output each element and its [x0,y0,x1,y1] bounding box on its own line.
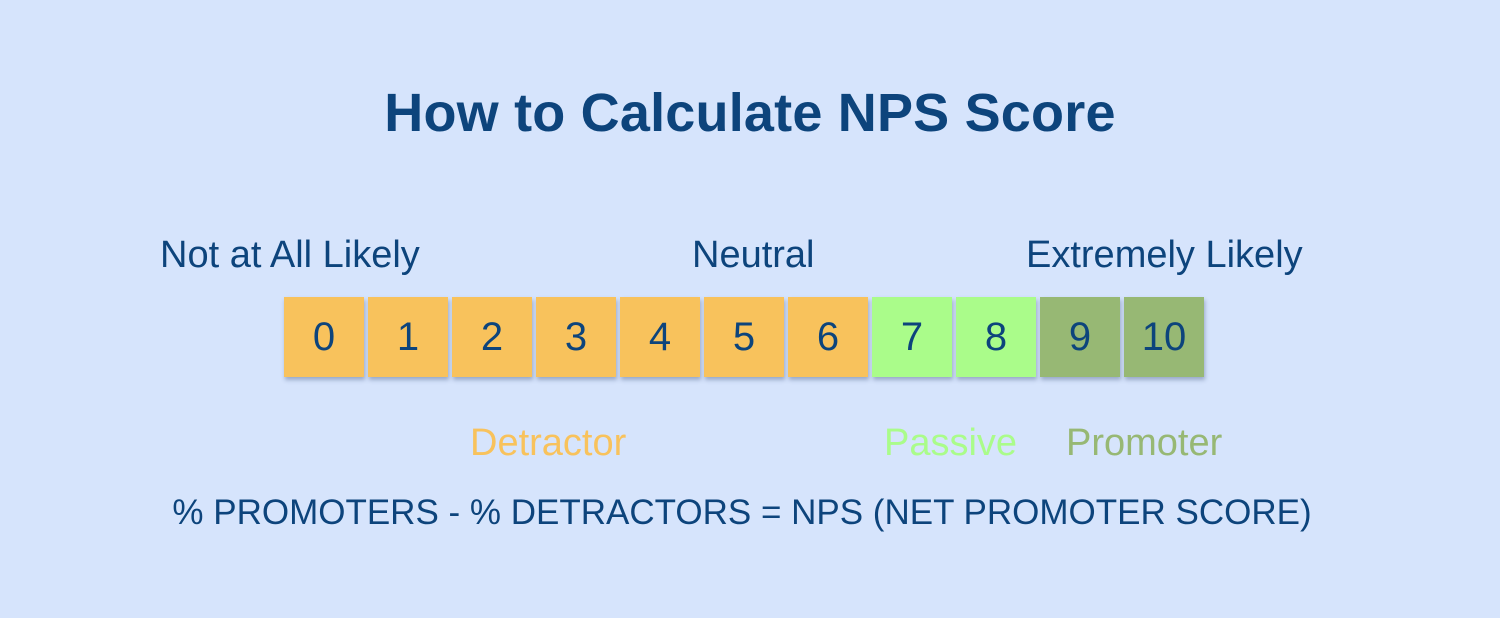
scale-label-high: Extremely Likely [1026,234,1303,276]
page-title: How to Calculate NPS Score [384,83,1116,143]
score-box-1: 1 [368,297,448,377]
category-label-detractor: Detractor [470,422,627,464]
category-label-promoter: Promoter [1066,422,1223,464]
score-box-4: 4 [620,297,700,377]
score-box-5: 5 [704,297,784,377]
score-box-2: 2 [452,297,532,377]
score-box-0: 0 [284,297,364,377]
score-box-6: 6 [788,297,868,377]
score-box-7: 7 [872,297,952,377]
scale-label-neutral: Neutral [692,234,815,276]
score-box-9: 9 [1040,297,1120,377]
score-box-10: 10 [1124,297,1204,377]
score-box-8: 8 [956,297,1036,377]
scale-label-low: Not at All Likely [160,234,420,276]
category-label-passive: Passive [884,422,1018,464]
score-box-3: 3 [536,297,616,377]
score-scale: 0 1 2 3 4 5 6 7 8 9 10 [284,297,1204,377]
nps-formula: % PROMOTERS - % DETRACTORS = NPS (NET PR… [172,493,1312,532]
